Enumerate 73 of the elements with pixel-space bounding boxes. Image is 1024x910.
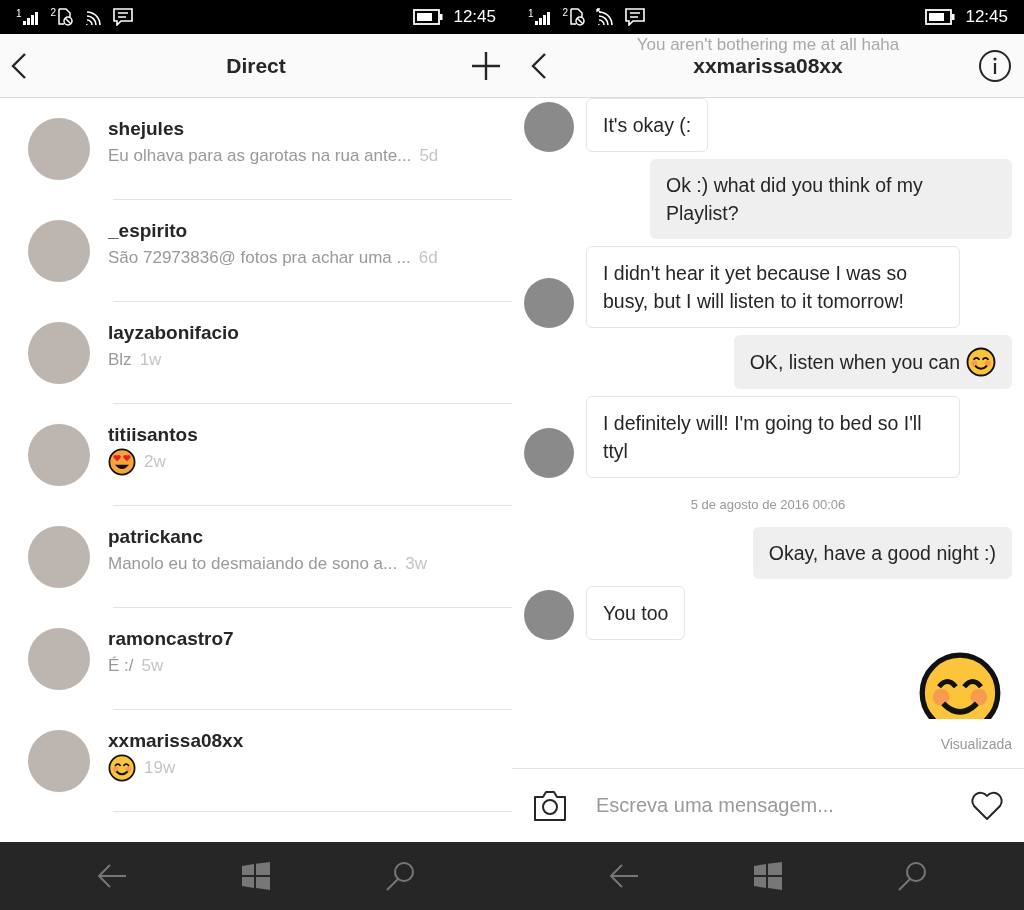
username: _espirito — [108, 219, 189, 242]
heart-eyes-face-icon — [108, 447, 136, 476]
chat-title: xxmarissa08xx — [693, 54, 843, 77]
username: titiisantos — [108, 423, 198, 446]
heart-icon[interactable] — [970, 790, 1004, 821]
message-age: 5d — [419, 145, 439, 166]
sent-message-bubble: Ok :) what did you think of my Playlist? — [650, 159, 1012, 239]
camera-icon[interactable] — [532, 789, 568, 822]
avatar-photo — [524, 278, 574, 328]
username: shejules — [108, 117, 186, 140]
message-age: 3w — [405, 553, 427, 574]
sim-number: 2 — [50, 8, 57, 18]
windows-logo-icon[interactable] — [242, 862, 270, 890]
message-input-field[interactable]: Escreva uma mensagem... — [594, 793, 944, 818]
back-chevron-icon[interactable] — [530, 51, 548, 80]
message-age: 1w — [139, 349, 162, 370]
search-icon[interactable] — [896, 861, 927, 891]
username: patrickanc — [108, 525, 205, 548]
info-icon[interactable] — [978, 48, 1012, 83]
received-message-bubble: I definitely will! I'm going to bed so I'll ttyl — [586, 396, 960, 478]
message-icon — [625, 8, 646, 26]
message-preview: Blz — [108, 349, 132, 370]
signal-icon — [22, 9, 41, 25]
sim-number: 2 — [562, 8, 569, 18]
conversation-item[interactable]: layzabonifacio Blz 1w — [0, 302, 512, 404]
avatar-photo — [524, 428, 574, 478]
back-chevron-icon[interactable] — [10, 51, 28, 80]
message-preview: É :/ — [108, 655, 134, 676]
plus-icon[interactable] — [470, 49, 502, 82]
message-preview: Manolo eu to desmaiando de sono a... — [108, 553, 398, 574]
sim-number: 1 — [528, 9, 534, 19]
back-arrow-icon[interactable] — [609, 863, 640, 889]
username: ramoncastro7 — [108, 627, 234, 650]
username: xxmarissa08xx — [108, 729, 244, 752]
conversation-item[interactable]: titiisantos 2w — [0, 404, 512, 506]
windows-logo-icon[interactable] — [754, 862, 782, 890]
conversation-item[interactable]: xxmarissa08xx 19w — [0, 710, 512, 812]
smiling-face-icon — [108, 753, 136, 782]
clock-time: 12:45 — [453, 7, 496, 27]
message-age: 19w — [144, 757, 176, 778]
received-message-bubble: I didn't hear it yet because I was so busy, but I will listen to it tomorrow! — [586, 246, 960, 328]
sim-number: 1 — [16, 9, 22, 19]
avatar-photo — [524, 590, 574, 640]
battery-icon — [925, 9, 956, 25]
sent-message-bubble: OK, listen when you can — [733, 335, 1012, 389]
username: layzabonifacio — [108, 321, 239, 344]
no-sim-icon — [57, 8, 74, 26]
conversation-item[interactable]: ramoncastro7 É :/ 5w — [0, 608, 512, 710]
received-message-bubble: It's okay (: — [586, 98, 709, 152]
screen-title: Direct — [226, 53, 286, 77]
conversation-item[interactable]: _espirito São 72973836@ fotos pra achar uma ... 6d — [0, 200, 512, 302]
received-message-bubble: You too — [586, 586, 686, 640]
no-sim-icon — [569, 8, 586, 26]
smiling-face-icon — [966, 347, 996, 377]
search-icon[interactable] — [384, 861, 415, 891]
message-icon — [113, 8, 134, 26]
avatar-photo — [524, 102, 574, 152]
back-arrow-icon[interactable] — [97, 863, 128, 889]
faded-message-text: You aren't bothering me at all haha — [635, 35, 901, 55]
conversation-item[interactable]: shejules Eu olhava para as garotas na rua ante... 5d — [0, 98, 512, 200]
seen-status: Visualizada — [940, 736, 1012, 752]
signal-icon — [534, 9, 553, 25]
clock-time: 12:45 — [965, 7, 1008, 27]
message-age: 5w — [141, 655, 164, 676]
battery-icon — [413, 9, 444, 25]
conversation-item[interactable]: patrickanc Manolo eu to desmaiando de sono a... 3w — [0, 506, 512, 608]
sent-message-bubble: Okay, have a good night :) — [752, 527, 1012, 579]
message-age: 2w — [144, 451, 166, 472]
message-age: 6d — [418, 247, 438, 268]
message-preview: Eu olhava para as garotas na rua ante... — [108, 145, 412, 166]
message-preview: São 72973836@ fotos pra achar uma ... — [108, 247, 411, 268]
smiling-face-sticker-icon — [918, 651, 1002, 719]
date-timestamp: 5 de agosto de 2016 00:06 — [690, 497, 846, 512]
